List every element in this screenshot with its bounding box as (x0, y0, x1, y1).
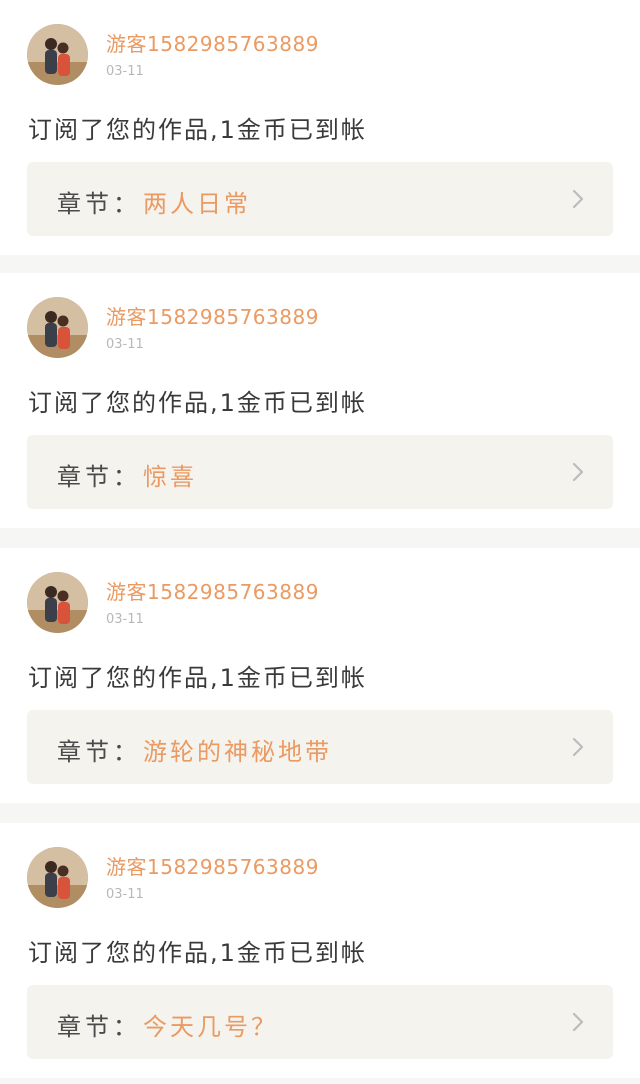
chevron-right-icon (572, 1012, 584, 1032)
chapter-link[interactable]: 章节： 惊喜 (27, 435, 613, 509)
notification-feed: 游客15829857​63889 03-11 订阅了您的作品,1金币已到帐 章节… (0, 0, 640, 1084)
notification-card: 游客15829857​63889 03-11 订阅了您的作品,1金币已到帐 章节… (0, 0, 640, 255)
timestamp: 03-11 (106, 337, 144, 352)
notification-message: 订阅了您的作品,1金币已到帐 (28, 664, 367, 692)
chevron-right-icon (572, 462, 584, 482)
avatar-photo-icon (27, 847, 88, 908)
chevron-right-icon (572, 189, 584, 209)
chapter-label: 章节： (57, 738, 141, 766)
timestamp: 03-11 (106, 64, 144, 79)
chapter-title: 今天几号？ (143, 1013, 278, 1041)
notification-card: 游客15829857​63889 03-11 订阅了您的作品,1金币已到帐 章节… (0, 823, 640, 1078)
user-avatar[interactable] (27, 572, 88, 633)
chapter-label: 章节： (57, 1013, 141, 1041)
chevron-right-icon (572, 737, 584, 757)
notification-card: 游客15829857​63889 03-11 订阅了您的作品,1金币已到帐 章节… (0, 548, 640, 803)
user-avatar[interactable] (27, 24, 88, 85)
timestamp: 03-11 (106, 887, 144, 902)
user-avatar[interactable] (27, 297, 88, 358)
username[interactable]: 游客15829857​63889 (106, 28, 319, 57)
username[interactable]: 游客15829857​63889 (106, 851, 319, 880)
avatar-photo-icon (27, 572, 88, 633)
avatar-photo-icon (27, 24, 88, 85)
chapter-title: 惊喜 (143, 463, 197, 491)
notification-card: 游客15829857​63889 03-11 订阅了您的作品,1金币已到帐 章节… (0, 273, 640, 528)
notification-message: 订阅了您的作品,1金币已到帐 (28, 389, 367, 417)
chapter-title: 两人日常 (143, 190, 251, 218)
chapter-label: 章节： (57, 190, 141, 218)
notification-message: 订阅了您的作品,1金币已到帐 (28, 116, 367, 144)
timestamp: 03-11 (106, 612, 144, 627)
user-avatar[interactable] (27, 847, 88, 908)
chapter-link[interactable]: 章节： 两人日常 (27, 162, 613, 236)
chapter-link[interactable]: 章节： 游轮的神秘地带 (27, 710, 613, 784)
chapter-link[interactable]: 章节： 今天几号？ (27, 985, 613, 1059)
notification-message: 订阅了您的作品,1金币已到帐 (28, 939, 367, 967)
chapter-label: 章节： (57, 463, 141, 491)
username[interactable]: 游客15829857​63889 (106, 301, 319, 330)
avatar-photo-icon (27, 297, 88, 358)
chapter-title: 游轮的神秘地带 (143, 738, 332, 766)
username[interactable]: 游客15829857​63889 (106, 576, 319, 605)
